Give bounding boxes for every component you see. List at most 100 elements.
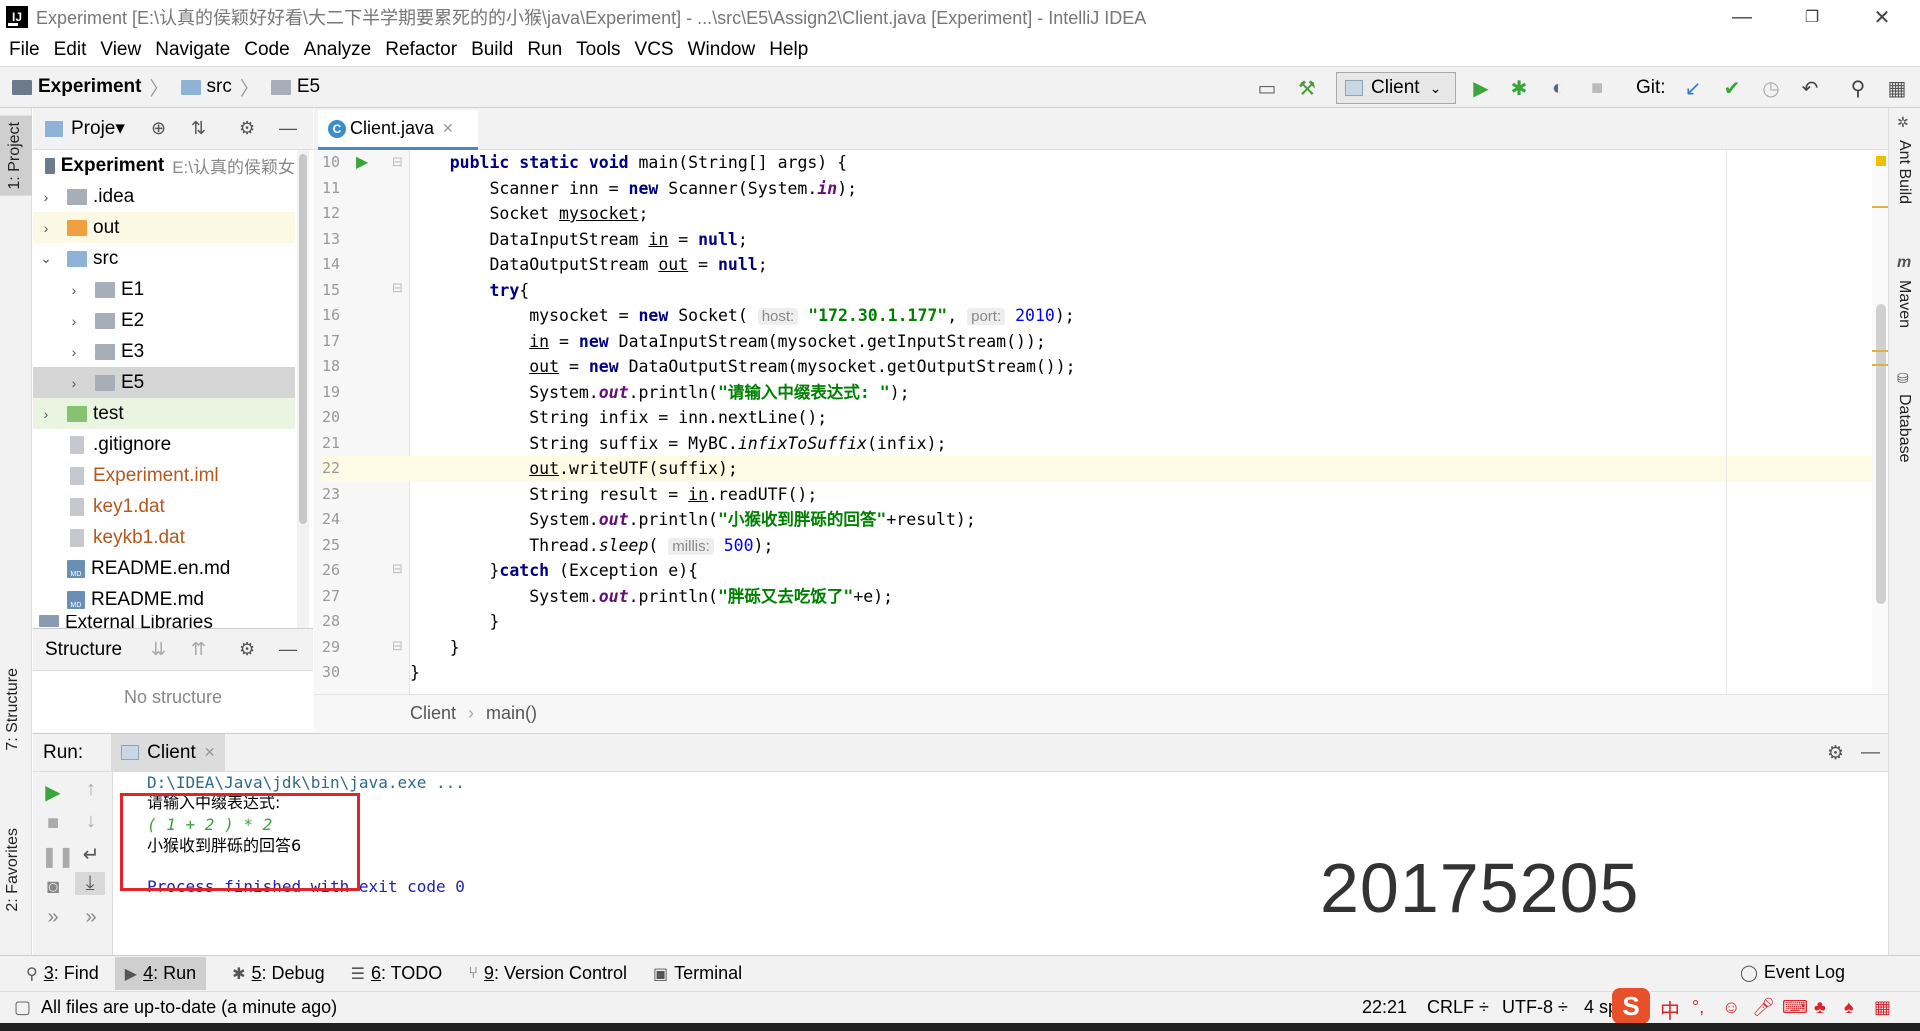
run-config-select[interactable]: Client ⌄: [1336, 72, 1456, 104]
expand-all-icon[interactable]: ⇊: [151, 639, 166, 660]
close-button[interactable]: ✕: [1852, 0, 1912, 34]
tree-item-iml[interactable]: Experiment.iml: [33, 460, 295, 491]
build-hammer-icon[interactable]: ⚒: [1294, 75, 1320, 101]
menu-build[interactable]: Build: [471, 39, 513, 61]
project-scrollbar[interactable]: [297, 150, 309, 628]
menu-view[interactable]: View: [100, 39, 141, 61]
collapse-icon[interactable]: ⇅: [191, 118, 206, 139]
ime-mode[interactable]: 中: [1660, 995, 1680, 1024]
code-editor[interactable]: public static void main(String[] args) {…: [410, 150, 1872, 694]
tab-structure[interactable]: 7: Structure: [4, 668, 22, 751]
project-structure-icon[interactable]: ▦: [1884, 75, 1910, 101]
skin-icon[interactable]: ♣: [1814, 997, 1826, 1018]
tree-item-gitignore[interactable]: .gitignore: [33, 429, 295, 460]
shirt-icon[interactable]: ♠: [1844, 997, 1854, 1018]
stop-icon[interactable]: ■: [41, 812, 65, 835]
tree-item-readme[interactable]: MD README.md: [33, 584, 295, 615]
menu-window[interactable]: Window: [688, 39, 756, 61]
tab-run[interactable]: ▶ 4: Run: [114, 957, 207, 990]
event-log-button[interactable]: ◯ Event Log: [1740, 962, 1845, 983]
tab-terminal[interactable]: ▣ Terminal: [653, 963, 742, 984]
fold-icon[interactable]: ⊟: [392, 280, 403, 296]
tab-ant-build[interactable]: Ant Build: [1895, 140, 1913, 204]
scroll-to-end-icon[interactable]: ⤓: [75, 872, 105, 895]
hide-icon[interactable]: —: [1861, 742, 1880, 764]
debug-icon[interactable]: ✱: [1506, 75, 1532, 101]
caret-position[interactable]: 22:21: [1362, 997, 1407, 1018]
menu-navigate[interactable]: Navigate: [155, 39, 230, 61]
tree-item-e2[interactable]: › E2: [33, 305, 295, 336]
git-commit-icon[interactable]: ✔: [1719, 75, 1745, 101]
breadcrumb-class[interactable]: Client: [410, 703, 456, 724]
menu-edit[interactable]: Edit: [54, 39, 87, 61]
restore-button[interactable]: ❐: [1782, 0, 1842, 34]
tab-client-java[interactable]: C Client.java ✕: [318, 110, 478, 150]
warning-marker[interactable]: [1876, 156, 1886, 166]
tab-todo[interactable]: ☰ 6: TODO: [351, 963, 443, 984]
tree-item-src[interactable]: ⌄ src: [33, 243, 295, 274]
status-toggle-icon[interactable]: ▢: [14, 997, 31, 1018]
tab-database[interactable]: Database: [1895, 394, 1913, 463]
line-separator[interactable]: CRLF ÷: [1427, 997, 1489, 1018]
error-stripe-mark[interactable]: [1872, 206, 1888, 208]
down-arrow-icon[interactable]: ↓: [79, 810, 103, 833]
breadcrumb-project[interactable]: Experiment 〉: [12, 74, 169, 101]
tree-item-e5[interactable]: › E5: [33, 367, 295, 398]
file-encoding[interactable]: UTF-8 ÷: [1502, 997, 1568, 1018]
gear-icon[interactable]: ⚙: [1827, 742, 1844, 765]
tab-project[interactable]: 1: Project: [0, 116, 32, 196]
tree-item-idea[interactable]: › .idea: [33, 181, 295, 212]
tools-grid-icon[interactable]: ▦: [1874, 997, 1891, 1018]
coverage-icon[interactable]: ◐: [1545, 75, 1571, 101]
menu-analyze[interactable]: Analyze: [304, 39, 372, 61]
mic-icon[interactable]: 🎤︎: [1752, 997, 1775, 1018]
git-history-icon[interactable]: ◷: [1758, 75, 1784, 101]
menu-help[interactable]: Help: [769, 39, 808, 61]
editor-scrollbar[interactable]: [1872, 150, 1888, 694]
search-icon[interactable]: ⚲: [1845, 75, 1871, 101]
gear-icon[interactable]: ⚙: [239, 118, 255, 139]
run-tab-client[interactable]: Client ✕: [111, 733, 226, 772]
up-arrow-icon[interactable]: ↑: [79, 778, 103, 801]
minimize-button[interactable]: —: [1712, 0, 1772, 34]
menu-file[interactable]: File: [9, 39, 40, 61]
tab-version-control[interactable]: ⑂ 9: Version Control: [468, 963, 627, 984]
git-update-icon[interactable]: ↙: [1680, 75, 1706, 101]
tab-find[interactable]: ⚲ 3: Find: [26, 963, 99, 984]
hide-icon[interactable]: —: [279, 118, 297, 139]
more-icon[interactable]: »: [79, 906, 103, 929]
git-rollback-icon[interactable]: ↶: [1797, 75, 1823, 101]
locate-icon[interactable]: ⊕: [151, 118, 166, 139]
layout-icon[interactable]: ▭: [1254, 75, 1280, 101]
menu-refactor[interactable]: Refactor: [385, 39, 457, 61]
keyboard-icon[interactable]: ⌨: [1782, 997, 1808, 1018]
run-gutter-icon[interactable]: ▶: [356, 152, 368, 172]
error-stripe-mark[interactable]: [1872, 350, 1888, 352]
breadcrumb-method[interactable]: main(): [486, 703, 537, 724]
pause-icon[interactable]: ❚❚: [41, 844, 75, 869]
fold-icon[interactable]: ⊟: [392, 638, 403, 654]
menu-code[interactable]: Code: [244, 39, 289, 61]
close-tab-icon[interactable]: ✕: [204, 744, 216, 761]
run-icon[interactable]: ▶: [1468, 75, 1494, 101]
emoji-icon[interactable]: ☺: [1722, 997, 1740, 1018]
tree-item-out[interactable]: › out: [33, 212, 295, 243]
tree-item-e1[interactable]: › E1: [33, 274, 295, 305]
close-tab-icon[interactable]: ✕: [442, 120, 454, 137]
tree-item-e3[interactable]: › E3: [33, 336, 295, 367]
tree-item-key1[interactable]: key1.dat: [33, 491, 295, 522]
fold-icon[interactable]: ⊟: [392, 561, 403, 577]
breadcrumb-e5[interactable]: E5: [270, 76, 320, 98]
fold-icon[interactable]: ⊟: [392, 154, 403, 170]
rerun-icon[interactable]: ▶: [41, 780, 65, 805]
menu-vcs[interactable]: VCS: [635, 39, 674, 61]
collapse-all-icon[interactable]: ⇈: [191, 639, 206, 660]
soft-wrap-icon[interactable]: ↵: [79, 842, 103, 867]
tab-favorites[interactable]: 2: Favorites: [4, 828, 22, 912]
breadcrumb-src[interactable]: src 〉: [180, 74, 259, 101]
stop-icon[interactable]: ■: [1584, 75, 1610, 101]
tree-item-test[interactable]: › test: [33, 398, 295, 429]
scroll-thumb[interactable]: [1876, 304, 1886, 604]
sogou-ime-icon[interactable]: S: [1612, 988, 1650, 1024]
punctuation-icon[interactable]: °,: [1692, 997, 1704, 1018]
